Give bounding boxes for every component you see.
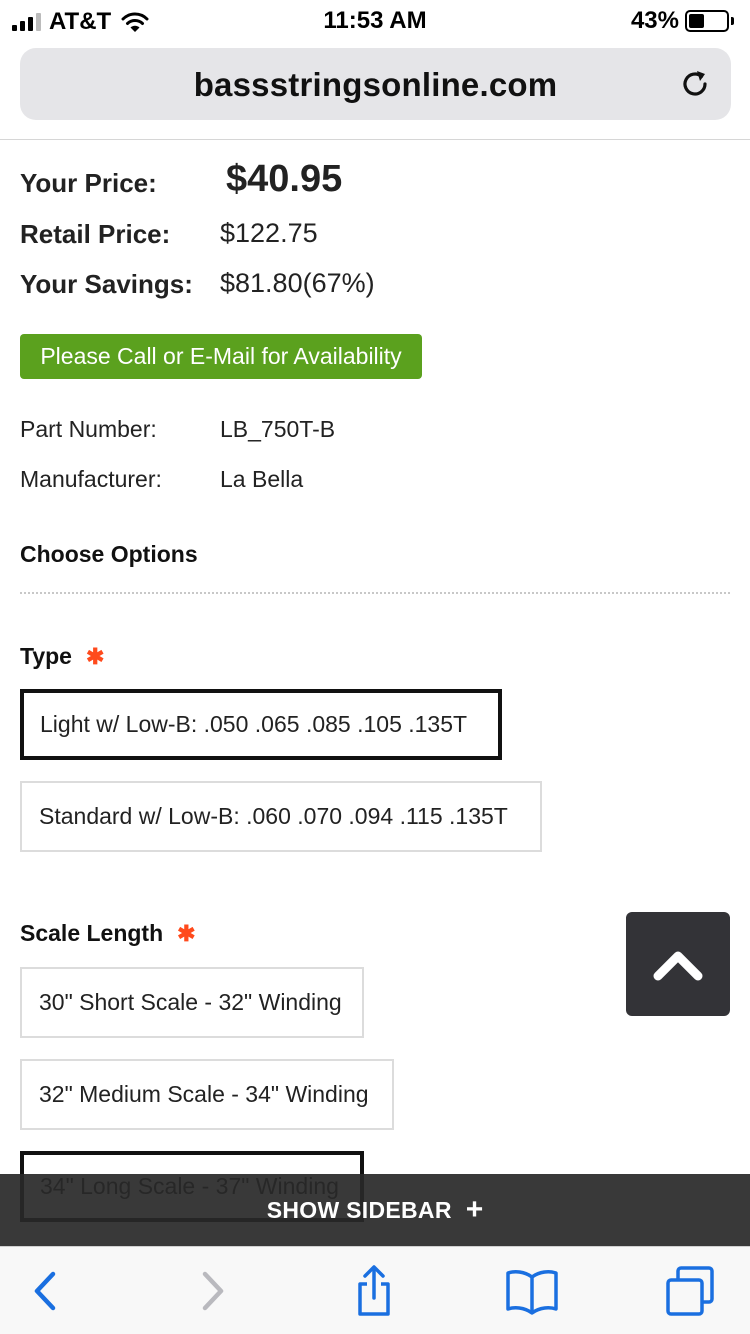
type-label: Type xyxy=(20,643,72,669)
availability-button[interactable]: Please Call or E-Mail for Availability xyxy=(20,334,422,379)
share-icon xyxy=(358,1265,390,1316)
type-group-title: Type ✱ xyxy=(20,643,104,670)
show-sidebar-button[interactable]: SHOW SIDEBAR + xyxy=(0,1174,750,1246)
required-asterisk-icon: ✱ xyxy=(85,643,105,669)
your-price-value: $40.95 xyxy=(226,158,343,200)
part-number-value: LB_750T-B xyxy=(220,416,336,442)
battery-icon xyxy=(685,10,729,32)
scale-label: Scale Length xyxy=(20,920,164,946)
scale-option-medium[interactable]: 32" Medium Scale - 34" Winding xyxy=(20,1059,394,1130)
url-text: bassstringsonline.com xyxy=(193,66,558,103)
tabs-button[interactable] xyxy=(662,1265,718,1317)
share-button[interactable] xyxy=(346,1265,402,1317)
browser-toolbar xyxy=(0,1246,750,1334)
book-icon xyxy=(506,1270,558,1315)
show-sidebar-label: SHOW SIDEBAR xyxy=(266,1196,452,1223)
status-right: 43% xyxy=(631,7,734,35)
bookmarks-button[interactable] xyxy=(504,1265,560,1317)
your-price-label: Your Price: xyxy=(20,168,157,198)
retail-price-label: Retail Price: xyxy=(20,219,171,249)
type-option-standard[interactable]: Standard w/ Low-B: .060 .070 .094 .115 .… xyxy=(20,781,542,852)
chevron-up-icon xyxy=(653,951,703,981)
back-button[interactable] xyxy=(18,1265,74,1317)
scale-group-title: Scale Length ✱ xyxy=(20,920,196,947)
chevron-left-icon xyxy=(34,1271,56,1311)
battery-percent: 43% xyxy=(630,7,679,34)
scroll-to-top-button[interactable] xyxy=(626,912,730,1016)
address-bar[interactable]: bassstringsonline.com xyxy=(20,48,731,120)
header-divider xyxy=(0,139,750,140)
scale-option-short[interactable]: 30" Short Scale - 32" Winding xyxy=(20,967,364,1038)
savings-value: $81.80(67%) xyxy=(220,268,375,298)
battery-level xyxy=(689,14,705,28)
savings-label: Your Savings: xyxy=(20,269,193,299)
part-number-label: Part Number: xyxy=(20,416,157,442)
manufacturer-label: Manufacturer: xyxy=(20,466,162,492)
savings-row: Your Savings: xyxy=(20,269,193,300)
tabs-icon xyxy=(666,1266,714,1316)
battery-tip xyxy=(731,17,734,25)
forward-button[interactable] xyxy=(184,1265,240,1317)
plus-icon: + xyxy=(465,1193,484,1226)
options-divider xyxy=(20,592,730,594)
part-number-row: Part Number: xyxy=(20,416,157,443)
status-bar: AT&T 11:53 AM 43% xyxy=(0,0,750,40)
your-price-row: Your Price: xyxy=(20,168,157,199)
choose-options-heading: Choose Options xyxy=(20,541,198,567)
manufacturer-value: La Bella xyxy=(220,466,304,492)
chevron-right-icon xyxy=(202,1271,224,1311)
type-option-light[interactable]: Light w/ Low-B: .050 .065 .085 .105 .135… xyxy=(20,689,502,760)
required-asterisk-icon: ✱ xyxy=(177,920,196,946)
manufacturer-row: Manufacturer: xyxy=(20,466,162,493)
retail-price-value: $122.75 xyxy=(220,218,318,248)
reload-icon[interactable] xyxy=(677,66,713,102)
retail-price-row: Retail Price: xyxy=(20,219,170,250)
